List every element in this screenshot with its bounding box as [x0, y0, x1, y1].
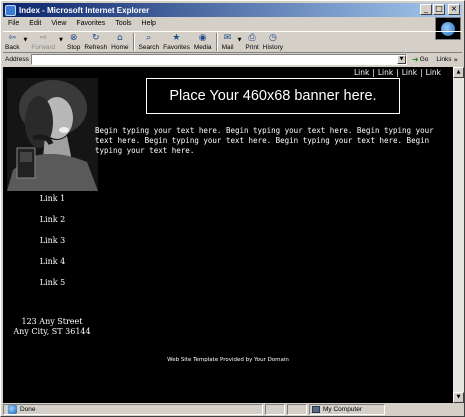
favorites-button[interactable]: ★ Favorites	[163, 32, 190, 53]
minimize-button[interactable]: _	[420, 4, 432, 15]
forward-button[interactable]: ⇨ Forward	[31, 32, 55, 53]
street-address: 123 Any Street Any City, ST 36144	[3, 317, 101, 337]
zone-text: My Computer	[323, 406, 363, 413]
top-link[interactable]: Link	[426, 68, 441, 77]
search-label: Search	[138, 44, 160, 51]
browser-window: Index - Microsoft Internet Explorer _ □ …	[0, 0, 465, 417]
side-link-2[interactable]: Link 2	[7, 214, 98, 235]
title-bar: Index - Microsoft Internet Explorer _ □ …	[3, 3, 462, 17]
refresh-button[interactable]: ↻ Refresh	[84, 32, 107, 53]
back-arrow-icon: ⇦	[8, 33, 16, 43]
forward-dropdown-icon[interactable]: ▼	[59, 37, 63, 43]
menu-favorites[interactable]: Favorites	[71, 20, 110, 27]
side-link-4[interactable]: Link 4	[7, 256, 98, 277]
address-line-2: Any City, ST 36144	[13, 327, 91, 336]
security-zone: My Computer	[309, 404, 385, 415]
menu-tools[interactable]: Tools	[110, 20, 136, 27]
top-link[interactable]: Link	[378, 68, 393, 77]
status-main-pane: Done	[3, 404, 263, 415]
side-link-3[interactable]: Link 3	[7, 235, 98, 256]
print-button[interactable]: ⎙ Print	[245, 32, 258, 53]
my-computer-icon	[312, 406, 320, 413]
forward-label: Forward	[31, 44, 56, 51]
address-input[interactable]: ▼	[31, 54, 407, 65]
close-button[interactable]: ×	[448, 4, 460, 15]
toolbar-separator	[215, 33, 218, 51]
mail-label: Mail	[221, 44, 234, 51]
mail-icon: ✉	[223, 33, 232, 43]
refresh-label: Refresh	[84, 44, 108, 51]
side-link-1[interactable]: Link 1	[7, 193, 98, 214]
back-button[interactable]: ⇦ Back	[5, 32, 19, 53]
stop-label: Stop	[67, 44, 81, 51]
side-link-5[interactable]: Link 5	[7, 277, 98, 298]
top-link-separator: |	[396, 68, 399, 77]
mail-button[interactable]: ✉ Mail	[222, 32, 234, 53]
back-dropdown-icon[interactable]: ▼	[23, 37, 27, 43]
stop-button[interactable]: ⊗ Stop	[67, 32, 80, 53]
standard-toolbar: ⇦ Back ▼ ⇨ Forward ▼ ⊗ Stop ↻ Refresh ⌂ …	[3, 31, 462, 53]
mail-dropdown-icon[interactable]: ▼	[238, 37, 242, 43]
menu-help[interactable]: Help	[137, 20, 161, 27]
address-label: Address	[5, 56, 29, 63]
printer-icon: ⎙	[248, 33, 256, 43]
search-icon: ⌕	[146, 33, 152, 43]
top-nav-links: Link | Link | Link | Link	[354, 68, 441, 77]
home-button[interactable]: ⌂ Home	[111, 32, 128, 53]
body-text: Begin typing your text here. Begin typin…	[95, 126, 434, 155]
menu-view[interactable]: View	[46, 20, 71, 27]
address-line-1: 123 Any Street	[21, 317, 83, 326]
footer-credit: Web Site Template Provided by Your Domai…	[167, 357, 289, 363]
menu-file[interactable]: File	[3, 20, 24, 27]
top-link-separator: |	[372, 68, 375, 77]
favorites-star-icon: ★	[172, 33, 181, 43]
history-icon: ◷	[268, 33, 277, 43]
media-icon: ◉	[198, 33, 207, 43]
top-link-separator: |	[420, 68, 423, 77]
home-label: Home	[111, 44, 129, 51]
address-bar: Address ▼ ➜ Go Links »	[3, 53, 462, 66]
status-pane	[265, 404, 285, 415]
refresh-icon: ↻	[91, 33, 100, 43]
maximize-button[interactable]: □	[433, 4, 445, 15]
window-title: Index - Microsoft Internet Explorer	[19, 5, 150, 15]
status-bar: Done My Computer	[3, 403, 462, 416]
forward-arrow-icon: ⇨	[39, 33, 47, 43]
banner-placeholder: Place Your 460x68 banner here.	[146, 78, 400, 114]
scroll-down-icon[interactable]: ▼	[453, 392, 464, 403]
media-label: Media	[193, 44, 212, 51]
search-button[interactable]: ⌕ Search	[139, 32, 160, 53]
woman-on-phone-photo	[7, 78, 98, 191]
toolbar-separator	[132, 33, 135, 51]
page-viewport: Link | Link | Link | Link Place Your 460…	[3, 67, 453, 403]
status-pane	[287, 404, 307, 415]
menu-bar: File Edit View Favorites Tools Help	[3, 17, 433, 30]
top-link[interactable]: Link	[354, 68, 369, 77]
links-toolbar[interactable]: Links	[436, 56, 451, 63]
menu-edit[interactable]: Edit	[24, 20, 46, 27]
top-link[interactable]: Link	[402, 68, 417, 77]
vertical-scrollbar[interactable]: ▲ ▼	[453, 67, 464, 403]
print-label: Print	[245, 44, 259, 51]
go-button[interactable]: ➜ Go	[412, 55, 428, 64]
go-label: Go	[419, 56, 429, 63]
links-chevron-icon[interactable]: »	[454, 56, 458, 64]
home-icon: ⌂	[116, 33, 123, 43]
page-done-icon	[8, 405, 17, 414]
history-button[interactable]: ◷ History	[263, 32, 283, 53]
back-label: Back	[5, 44, 20, 51]
side-nav: Link 1 Link 2 Link 3 Link 4 Link 5	[7, 193, 98, 298]
media-button[interactable]: ◉ Media	[194, 32, 212, 53]
window-controls: _ □ ×	[420, 4, 460, 15]
history-label: History	[262, 44, 284, 51]
status-text: Done	[20, 406, 36, 413]
favorites-label: Favorites	[163, 44, 190, 51]
address-dropdown-icon[interactable]: ▼	[397, 55, 406, 64]
stop-icon: ⊗	[69, 33, 78, 43]
go-arrow-icon: ➜	[412, 55, 419, 64]
ie-app-icon[interactable]	[5, 4, 16, 16]
scroll-up-icon[interactable]: ▲	[453, 67, 464, 78]
